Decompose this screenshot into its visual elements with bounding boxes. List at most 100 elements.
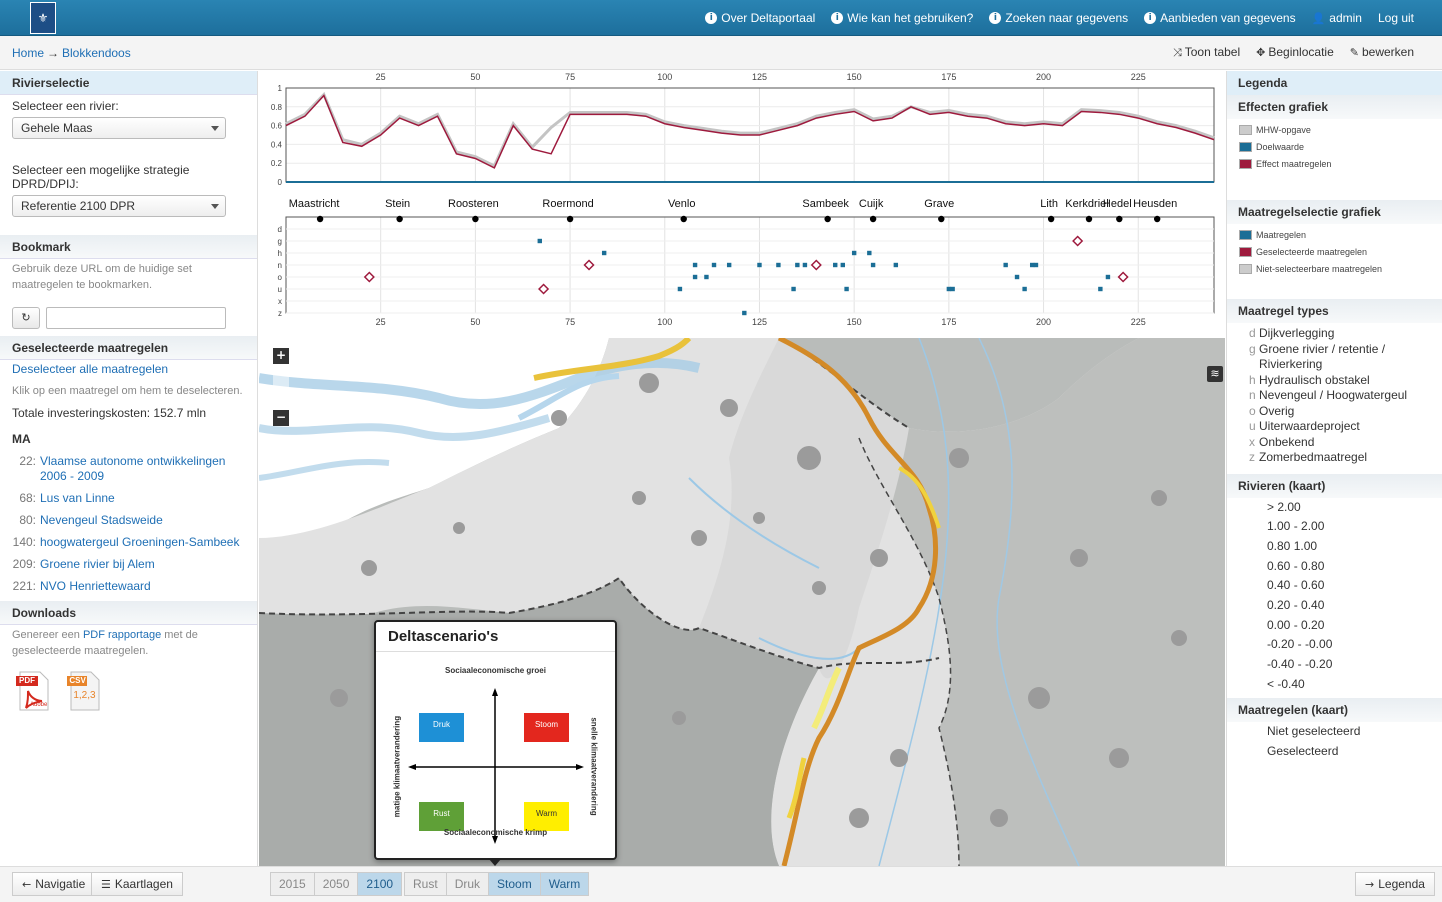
nav-link-over-deltaportaal[interactable]: i Over Deltaportaal <box>705 11 815 25</box>
user-menu[interactable]: 👤 admin <box>1312 11 1362 25</box>
breadcrumb-home[interactable]: Home <box>12 46 44 60</box>
measure-name-link[interactable]: Nevengeul Stadsweide <box>40 513 163 528</box>
measure-marker[interactable] <box>867 250 872 256</box>
scenario-option-rust[interactable]: Rust <box>404 872 447 896</box>
measure-marker[interactable] <box>692 274 698 280</box>
measure-marker[interactable] <box>791 286 796 292</box>
measure-name-link[interactable]: NVO Henriettewaard <box>40 579 151 594</box>
scenario-option-stoom[interactable]: Stoom <box>489 872 541 896</box>
page-actions: ⤨ Toon tabel ✥ Beginlocatie ✎ bewerken <box>1157 45 1414 60</box>
measure-marker[interactable] <box>677 286 683 292</box>
pdf-download-icon[interactable]: PDF Adobe <box>16 671 52 711</box>
map-measure-entry: Niet geselecteerd <box>1267 724 1361 739</box>
measure-marker[interactable] <box>1014 274 1020 280</box>
csv-download-icon[interactable]: CSV 1,2,3 <box>67 671 103 711</box>
measure-marker[interactable] <box>757 262 762 268</box>
navigation-button[interactable]: ← Navigatie <box>12 872 96 896</box>
pdf-report-link[interactable]: PDF rapportage <box>83 629 161 641</box>
selected-measure-marker[interactable] <box>583 259 595 271</box>
selected-measure-item[interactable]: 22: Vlaamse autonome ontwikkelingen 2006 … <box>0 454 257 484</box>
year-option-2050[interactable]: 2050 <box>314 872 359 896</box>
selected-measure-item[interactable]: 140: hoogwatergeul Groeningen-Sambeek <box>0 535 257 550</box>
bookmark-url-input[interactable] <box>46 307 226 329</box>
river-select[interactable]: Gehele Maas <box>12 117 226 139</box>
measure-marker[interactable] <box>704 274 709 280</box>
logout-link[interactable]: Log uit <box>1378 11 1414 25</box>
x-tick-label-top: 25 <box>376 72 386 82</box>
government-logo[interactable]: ⚜ <box>30 2 56 34</box>
show-table-button[interactable]: ⤨ Toon tabel <box>1173 45 1240 60</box>
quadrant-druk[interactable]: Druk <box>419 720 464 729</box>
measure-marker[interactable] <box>1098 286 1103 292</box>
zoom-slider[interactable] <box>273 364 289 410</box>
selected-measure-item[interactable]: 209: Groene rivier bij Alem <box>0 557 257 572</box>
measure-marker[interactable] <box>776 262 781 268</box>
layer-switcher-button[interactable]: ≋ <box>1207 366 1223 382</box>
scenario-option-warm[interactable]: Warm <box>540 872 590 896</box>
measure-name-link[interactable]: Lus van Linne <box>40 491 115 506</box>
measure-name-link[interactable]: hoogwatergeul Groeningen-Sambeek <box>40 535 239 550</box>
start-location-button[interactable]: ✥ Beginlocatie <box>1256 45 1334 60</box>
selected-measure-marker[interactable] <box>1117 271 1129 283</box>
measure-marker[interactable] <box>537 238 542 244</box>
quadrant-stoom[interactable]: Stoom <box>524 720 569 729</box>
quadrant-rust[interactable]: Rust <box>419 809 464 818</box>
refresh-icon: ↻ <box>21 311 31 324</box>
measure-marker[interactable] <box>1029 262 1035 268</box>
measure-marker[interactable] <box>802 262 808 268</box>
year-option-2100[interactable]: 2100 <box>358 872 403 896</box>
measure-marker[interactable] <box>840 262 845 268</box>
measure-marker[interactable] <box>795 262 800 268</box>
measure-marker[interactable] <box>833 262 838 268</box>
map-measure-entry: Geselecteerd <box>1267 744 1339 759</box>
measure-marker[interactable] <box>601 250 607 256</box>
quadrant-warm[interactable]: Warm <box>524 809 569 818</box>
measure-name-link[interactable]: Vlaamse autonome ontwikkelingen 2006 - 2… <box>40 454 245 484</box>
map-view[interactable]: + − ≋ Deltascenario's Sociaaleconomische… <box>259 338 1225 866</box>
info-icon: i <box>1144 12 1157 24</box>
measure-marker[interactable] <box>851 250 857 256</box>
measure-marker[interactable] <box>1022 286 1027 292</box>
nav-link-aanbieden-van-gegevens[interactable]: i Aanbieden van gegevens <box>1144 11 1296 25</box>
selected-measure-item[interactable]: 80: Nevengeul Stadsweide <box>0 513 257 528</box>
map-layers-button[interactable]: ☰ Kaartlagen <box>91 872 183 896</box>
measure-marker[interactable] <box>1105 274 1111 280</box>
river-class-entry: 0.60 - 0.80 <box>1267 558 1325 573</box>
measure-marker[interactable] <box>950 286 955 292</box>
selected-measure-marker[interactable] <box>810 259 822 271</box>
measure-marker[interactable] <box>870 262 876 268</box>
measure-marker[interactable] <box>742 310 747 316</box>
zoom-out-button[interactable]: − <box>273 410 289 426</box>
measure-marker[interactable] <box>946 286 952 292</box>
strategy-select[interactable]: Referentie 2100 DPR <box>12 195 226 217</box>
legend-button[interactable]: → Legenda <box>1355 872 1435 896</box>
selected-measure-item[interactable]: 221: NVO Henriettewaard <box>0 579 257 594</box>
measure-marker[interactable] <box>1033 262 1039 268</box>
selected-measure-marker[interactable] <box>538 283 550 295</box>
measure-marker[interactable] <box>844 286 849 292</box>
measure-type-key: n <box>1249 388 1256 402</box>
river-profile-chart[interactable]: 25 25 50 50 75 75 100 100 125 125 150 150 175 175 200 2… <box>259 71 1225 338</box>
measure-marker[interactable] <box>726 262 732 268</box>
selected-measure-marker[interactable] <box>363 271 375 283</box>
legend-label: MHW-opgave <box>1256 124 1311 135</box>
selected-measure-item[interactable]: 68: Lus van Linne <box>0 491 257 506</box>
nav-link-zoeken-naar-gegevens[interactable]: i Zoeken naar gegevens <box>989 11 1128 25</box>
edit-button[interactable]: ✎ bewerken <box>1350 45 1414 60</box>
measure-name-link[interactable]: Groene rivier bij Alem <box>40 557 155 572</box>
measure-marker[interactable] <box>692 262 698 268</box>
nav-link-wie-kan-het-gebruiken[interactable]: i Wie kan het gebruiken? <box>831 11 973 25</box>
breadcrumb-current[interactable]: Blokkendoos <box>62 46 131 60</box>
zoom-in-button[interactable]: + <box>273 348 289 364</box>
refresh-bookmark-button[interactable]: ↻ <box>12 307 40 329</box>
year-option-2015[interactable]: 2015 <box>270 872 315 896</box>
measure-marker[interactable] <box>711 262 717 268</box>
measure-type-key: o <box>1249 403 1256 418</box>
measure-marker[interactable] <box>893 262 899 268</box>
scenario-quadrant-diagram <box>408 688 584 844</box>
scenario-option-druk[interactable]: Druk <box>446 872 490 896</box>
deselect-all-link[interactable]: Deselecteer alle maatregelen <box>12 362 168 376</box>
selected-measure-marker[interactable] <box>1072 235 1084 247</box>
measure-marker[interactable] <box>1003 262 1008 268</box>
type-tick-label: u <box>278 285 282 294</box>
